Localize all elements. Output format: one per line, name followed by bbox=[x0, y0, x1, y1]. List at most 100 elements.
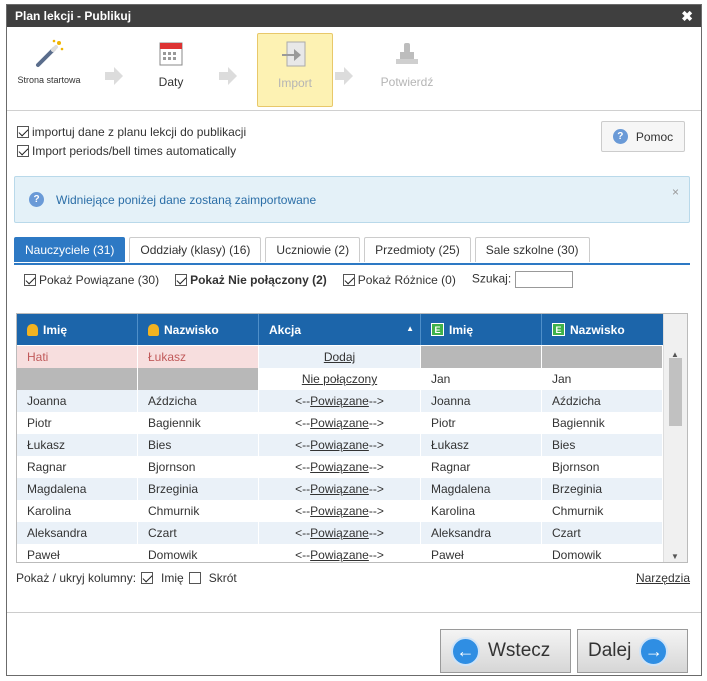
cell-ext-first-name: Jan bbox=[421, 368, 542, 390]
col-header-label: Akcja bbox=[269, 322, 302, 337]
chevron-right-icon bbox=[219, 67, 237, 85]
filter-unlinked[interactable]: Pokaż Nie połączony (2) bbox=[175, 273, 327, 287]
link-arrow-left: <-- bbox=[295, 394, 311, 408]
publish-dialog: Plan lekcji - Publikuj ✖ Strona startowa… bbox=[6, 4, 702, 676]
cell-last-name: Bjornson bbox=[138, 456, 259, 478]
cell-ext-first-name: Aleksandra bbox=[421, 522, 542, 544]
cell-last-name: Łukasz bbox=[138, 346, 259, 368]
linked-link[interactable]: Powiązane bbox=[310, 416, 369, 430]
chevron-right-icon bbox=[335, 67, 353, 85]
filter-unlinked-checkbox[interactable] bbox=[175, 273, 188, 286]
filter-linked-checkbox[interactable] bbox=[24, 273, 36, 286]
table-row[interactable]: Nie połączony Jan Jan bbox=[17, 368, 663, 390]
import-periods-option[interactable]: Import periods/bell times automatically bbox=[17, 144, 236, 158]
step-dates[interactable]: Daty bbox=[133, 33, 209, 107]
link-arrow-right: --> bbox=[368, 460, 384, 474]
col-header-ext-first-name[interactable]: E Imię bbox=[421, 314, 542, 345]
add-link[interactable]: Dodaj bbox=[324, 350, 355, 364]
import-data-checkbox[interactable] bbox=[17, 126, 29, 138]
col-header-first-name[interactable]: Imię bbox=[17, 314, 138, 345]
back-button[interactable]: ← Wstecz bbox=[440, 629, 571, 673]
step-import[interactable]: Import bbox=[257, 33, 333, 107]
import-data-option[interactable]: importuj dane z planu lekcji do publikac… bbox=[17, 125, 246, 139]
column-toggle: Pokaż / ukryj kolumny: Imię Skrót bbox=[16, 571, 237, 585]
scroll-down-icon[interactable]: ▼ bbox=[671, 552, 679, 561]
link-arrow-right: --> bbox=[368, 482, 384, 496]
cell-action: <-- Powiązane --> bbox=[259, 544, 421, 562]
tab-rooms[interactable]: Sale szkolne (30) bbox=[474, 237, 590, 262]
table-row[interactable]: Aleksandra Czart <-- Powiązane --> Aleks… bbox=[17, 522, 663, 544]
step-confirm[interactable]: Potwierdź bbox=[369, 33, 445, 107]
linked-link[interactable]: Powiązane bbox=[310, 482, 369, 496]
cell-action: <-- Powiązane --> bbox=[259, 390, 421, 412]
wizard-steps: Strona startowa Daty Import Potwierdź bbox=[7, 27, 701, 111]
linked-link[interactable]: Powiązane bbox=[310, 394, 369, 408]
next-button[interactable]: Dalej → bbox=[577, 629, 688, 673]
tab-teachers[interactable]: Nauczyciele (31) bbox=[14, 237, 126, 262]
sort-asc-icon: ▲ bbox=[406, 324, 414, 333]
col-header-ext-last-name[interactable]: E Nazwisko bbox=[542, 314, 663, 345]
cell-action: <-- Powiązane --> bbox=[259, 412, 421, 434]
filter-linked[interactable]: Pokaż Powiązane (30) bbox=[24, 273, 159, 287]
tab-classes[interactable]: Oddziały (klasy) (16) bbox=[129, 237, 262, 262]
linked-link[interactable]: Powiązane bbox=[310, 438, 369, 452]
info-icon: ? bbox=[29, 192, 44, 207]
stamp-icon bbox=[396, 43, 418, 64]
import-icon bbox=[282, 41, 306, 67]
tools-link[interactable]: Narzędzia bbox=[636, 571, 690, 585]
filter-diff[interactable]: Pokaż Różnice (0) bbox=[342, 273, 456, 287]
help-button[interactable]: ? Pomoc bbox=[601, 121, 685, 152]
col-header-action[interactable]: Akcja ▲ bbox=[259, 314, 421, 345]
link-arrow-left: <-- bbox=[295, 548, 311, 562]
scroll-thumb[interactable] bbox=[669, 358, 682, 426]
import-periods-checkbox[interactable] bbox=[17, 145, 29, 157]
grid-header: Imię Nazwisko Akcja ▲ E Imię E Nazwisko bbox=[17, 314, 663, 345]
grid-scrollbar[interactable]: ▲ ▼ bbox=[663, 314, 687, 562]
table-row[interactable]: Joanna Aździcha <-- Powiązane --> Joanna… bbox=[17, 390, 663, 412]
cell-ext-last-name: Bies bbox=[542, 434, 663, 456]
chevron-right-icon bbox=[105, 67, 123, 85]
cell-ext-last-name: Brzeginia bbox=[542, 478, 663, 500]
tab-bar: Nauczyciele (31) Oddziały (klasy) (16) U… bbox=[14, 237, 590, 263]
col-header-last-name[interactable]: Nazwisko bbox=[138, 314, 259, 345]
col-first-name-checkbox[interactable] bbox=[141, 572, 154, 584]
close-icon[interactable]: × bbox=[672, 185, 679, 199]
close-icon[interactable]: ✖ bbox=[681, 8, 693, 25]
linked-link[interactable]: Powiązane bbox=[310, 504, 369, 518]
back-label: Wstecz bbox=[488, 640, 551, 661]
filter-diff-checkbox[interactable] bbox=[342, 273, 355, 286]
link-arrow-left: <-- bbox=[295, 504, 311, 518]
cell-action: <-- Powiązane --> bbox=[259, 434, 421, 456]
external-source-icon: E bbox=[431, 323, 444, 336]
cell-ext-last-name: Chmurnik bbox=[542, 500, 663, 522]
search-input[interactable] bbox=[515, 271, 574, 288]
link-arrow-right: --> bbox=[368, 526, 384, 540]
cell-first-name: Hati bbox=[17, 346, 138, 368]
linked-link[interactable]: Powiązane bbox=[310, 526, 369, 540]
table-row[interactable]: Paweł Domowik <-- Powiązane --> Paweł Do… bbox=[17, 544, 663, 562]
col-short-checkbox[interactable] bbox=[188, 572, 201, 584]
import-data-label: importuj dane z planu lekcji do publikac… bbox=[32, 125, 247, 139]
linked-link[interactable]: Powiązane bbox=[310, 460, 369, 474]
table-row[interactable]: Hati Łukasz Dodaj bbox=[17, 346, 663, 368]
table-row[interactable]: Piotr Bagiennik <-- Powiązane --> Piotr … bbox=[17, 412, 663, 434]
filter-unlinked-label: Pokaż Nie połączony (2) bbox=[190, 272, 327, 287]
external-source-icon: E bbox=[552, 323, 565, 336]
table-row[interactable]: Karolina Chmurnik <-- Powiązane --> Karo… bbox=[17, 500, 663, 522]
table-row[interactable]: Magdalena Brzeginia <-- Powiązane --> Ma… bbox=[17, 478, 663, 500]
linked-link[interactable]: Powiązane bbox=[310, 548, 369, 562]
not-linked-link[interactable]: Nie połączony bbox=[302, 372, 377, 386]
cell-ext-first-name: Joanna bbox=[421, 390, 542, 412]
table-row[interactable]: Łukasz Bies <-- Powiązane --> Łukasz Bie… bbox=[17, 434, 663, 456]
cell-action: <-- Powiązane --> bbox=[259, 456, 421, 478]
bell-icon bbox=[148, 323, 159, 336]
tab-students[interactable]: Uczniowie (2) bbox=[265, 237, 361, 262]
table-row[interactable]: Ragnar Bjornson <-- Powiązane --> Ragnar… bbox=[17, 456, 663, 478]
teachers-panel: Pokaż Powiązane (30) Pokaż Nie połączony… bbox=[14, 263, 690, 612]
column-toggle-label: Pokaż / ukryj kolumny: bbox=[16, 571, 137, 585]
tab-subjects[interactable]: Przedmioty (25) bbox=[364, 237, 471, 262]
cell-last-name: Chmurnik bbox=[138, 500, 259, 522]
cell-first-name: Joanna bbox=[17, 390, 138, 412]
step-start[interactable]: Strona startowa bbox=[11, 33, 87, 107]
link-arrow-left: <-- bbox=[295, 416, 311, 430]
